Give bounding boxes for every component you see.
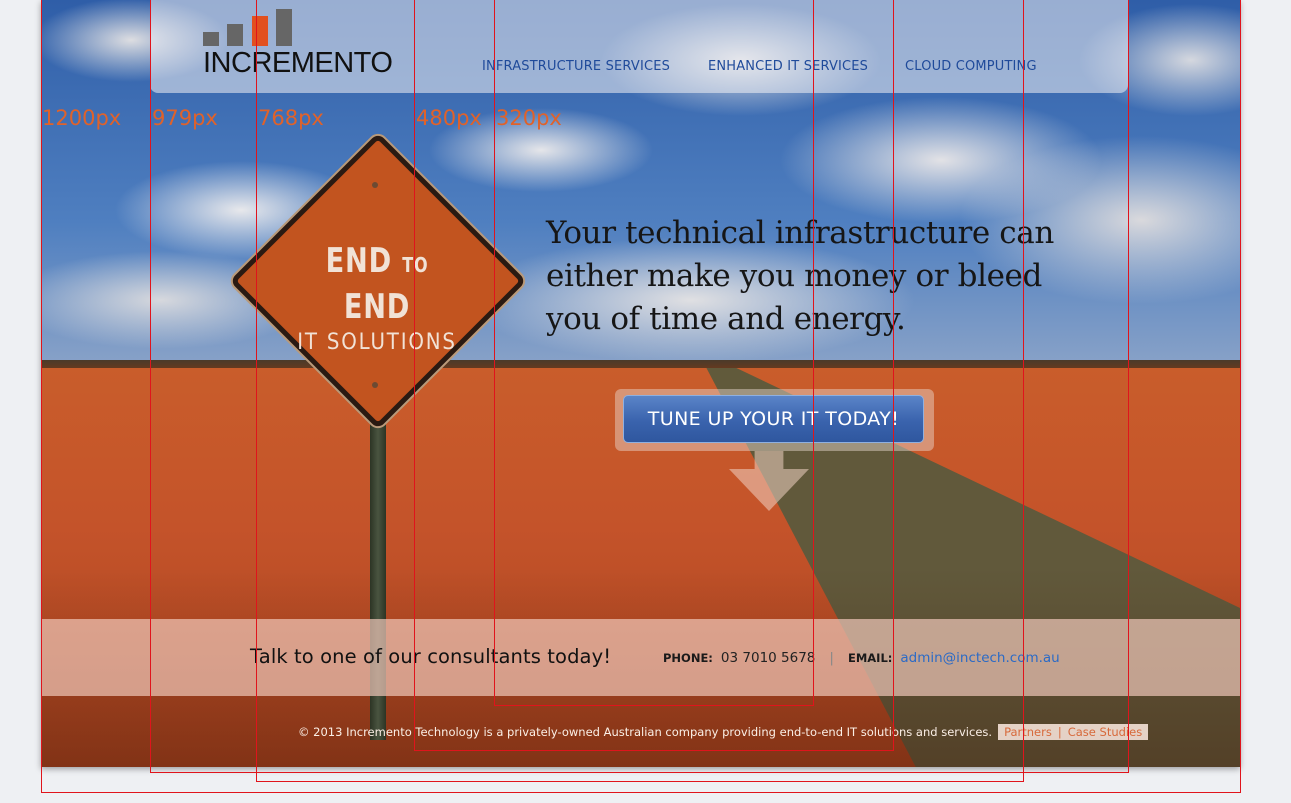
logo-bar-icon — [203, 32, 219, 46]
sign-word: TO — [402, 253, 429, 277]
breakpoint-label-480: 480px — [416, 106, 482, 130]
nav-cloud-computing[interactable]: CLOUD COMPUTING — [905, 58, 1037, 74]
contact-bar — [41, 619, 1240, 696]
hero-tagline: Your technical infrastructure can either… — [546, 215, 1054, 337]
footer-link-separator: | — [1057, 725, 1062, 739]
breakpoint-label-320: 320px — [496, 106, 562, 130]
footer-link-case-studies[interactable]: Case Studies — [1068, 725, 1142, 739]
hero-page: END TO END IT SOLUTIONS INCREMENTO INFRA… — [41, 0, 1240, 767]
contact-heading: Talk to one of our consultants today! — [250, 645, 612, 668]
breakpoint-label-768: 768px — [258, 106, 324, 130]
site-header: INCREMENTO INFRASTRUCTURE SERVICES ENHAN… — [150, 0, 1128, 93]
sign-subtitle: IT SOLUTIONS — [297, 330, 457, 355]
logo-bar-accent-icon — [252, 16, 268, 46]
breakpoint-label-979: 979px — [152, 106, 218, 130]
sign-word: END — [325, 241, 392, 281]
breakpoint-label-1200: 1200px — [42, 106, 122, 130]
footer: © 2013 Incremento Technology is a privat… — [298, 724, 1149, 740]
contact-separator: | — [829, 650, 834, 666]
nav-enhanced-it-services[interactable]: ENHANCED IT SERVICES — [708, 58, 868, 74]
email-link[interactable]: admin@inctech.com.au — [900, 650, 1059, 666]
logo-bar-icon — [227, 24, 243, 46]
logo-bar-icon — [276, 9, 292, 46]
sign-bolt-icon — [372, 182, 378, 188]
cta-frame: TUNE UP YOUR IT TODAY! — [615, 389, 934, 451]
nav-infrastructure-services[interactable]: INFRASTRUCTURE SERVICES — [482, 58, 670, 74]
contact-info: PHONE: 03 7010 5678 | EMAIL: admin@incte… — [663, 650, 1060, 666]
main-nav: INFRASTRUCTURE SERVICES ENHANCED IT SERV… — [482, 58, 1042, 74]
phone-number[interactable]: 03 7010 5678 — [721, 650, 815, 666]
logo-text: INCREMENTO — [203, 47, 393, 79]
phone-label: PHONE: — [663, 651, 713, 665]
logo[interactable]: INCREMENTO — [203, 8, 418, 79]
sign-bolt-icon — [372, 382, 378, 388]
email-label: EMAIL: — [847, 651, 893, 665]
tune-up-cta-button[interactable]: TUNE UP YOUR IT TODAY! — [623, 395, 924, 443]
sign-text: END TO END IT SOLUTIONS — [277, 240, 477, 358]
sign-word: END — [343, 287, 411, 327]
copyright-text: © 2013 Incremento Technology is a privat… — [298, 725, 993, 739]
footer-link-partners[interactable]: Partners — [1004, 725, 1052, 739]
footer-links: Partners | Case Studies — [998, 724, 1149, 740]
